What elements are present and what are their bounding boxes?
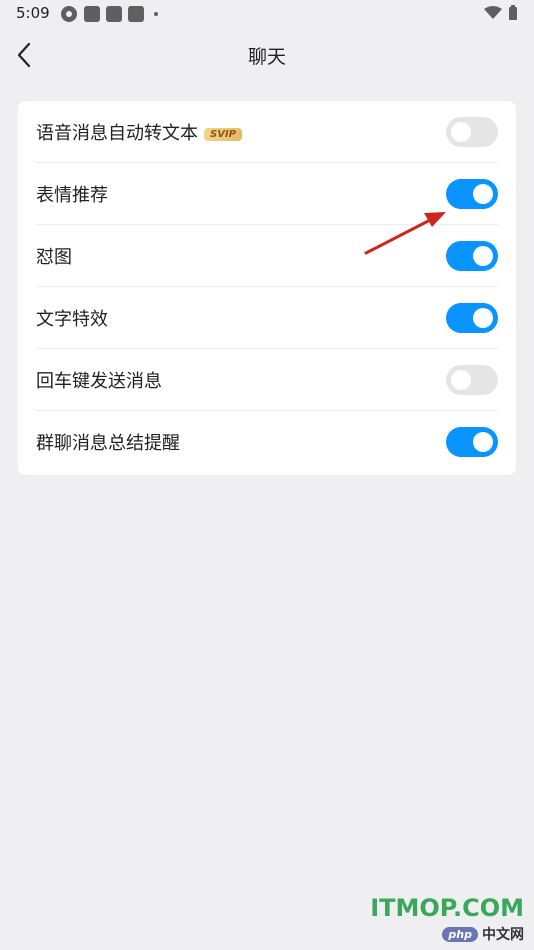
setting-row-voice-to-text: 语音消息自动转文本 SVIP	[18, 101, 516, 163]
enter-to-send-toggle[interactable]	[446, 365, 498, 395]
setting-label: 表情推荐	[36, 185, 108, 206]
toggle-knob	[473, 246, 493, 266]
toggle-knob	[473, 184, 493, 204]
meme-image-toggle[interactable]	[446, 241, 498, 271]
notification-icon	[84, 6, 100, 22]
watermark-logo: php 中文网	[442, 924, 524, 944]
nav-bar: 聊天	[0, 28, 534, 84]
toggle-knob	[451, 122, 471, 142]
page-title: 聊天	[247, 46, 286, 68]
toggle-knob	[473, 432, 493, 452]
status-time: 5:09	[16, 4, 50, 22]
setting-label: 回车键发送消息	[36, 371, 162, 392]
toggle-knob	[451, 370, 471, 390]
status-bar: 5:09	[0, 0, 534, 28]
text-effects-toggle[interactable]	[446, 303, 498, 333]
group-summary-toggle[interactable]	[446, 427, 498, 457]
setting-label: 文字特效	[36, 309, 108, 330]
svip-badge: SVIP	[204, 128, 242, 141]
php-logo: php	[442, 926, 478, 942]
setting-row-text-effects: 文字特效	[18, 287, 516, 349]
setting-row-enter-to-send: 回车键发送消息	[18, 349, 516, 411]
status-system-icons	[484, 5, 518, 21]
battery-icon	[509, 5, 517, 20]
setting-label: 语音消息自动转文本	[36, 123, 198, 144]
more-notifications-dot-icon	[154, 12, 158, 16]
wifi-icon	[484, 6, 502, 19]
setting-row-group-summary: 群聊消息总结提醒	[18, 411, 516, 473]
sticker-recommend-toggle[interactable]	[446, 179, 498, 209]
setting-label: 怼图	[36, 247, 72, 268]
status-notification-icons	[60, 5, 158, 23]
watermark-text: ITMOP.COM	[370, 894, 524, 922]
notification-icon	[128, 6, 144, 22]
voice-to-text-toggle[interactable]	[446, 117, 498, 147]
red-arrow-annotation-icon	[364, 212, 446, 255]
chat-settings-card: 语音消息自动转文本 SVIP 表情推荐 怼图 文字特效 回车键发送消息 群聊消息总…	[18, 101, 516, 475]
setting-label: 群聊消息总结提醒	[36, 433, 180, 454]
toggle-knob	[473, 308, 493, 328]
notification-icon	[106, 6, 122, 22]
aperture-icon	[61, 6, 77, 22]
watermark-subtext: 中文网	[482, 927, 524, 943]
